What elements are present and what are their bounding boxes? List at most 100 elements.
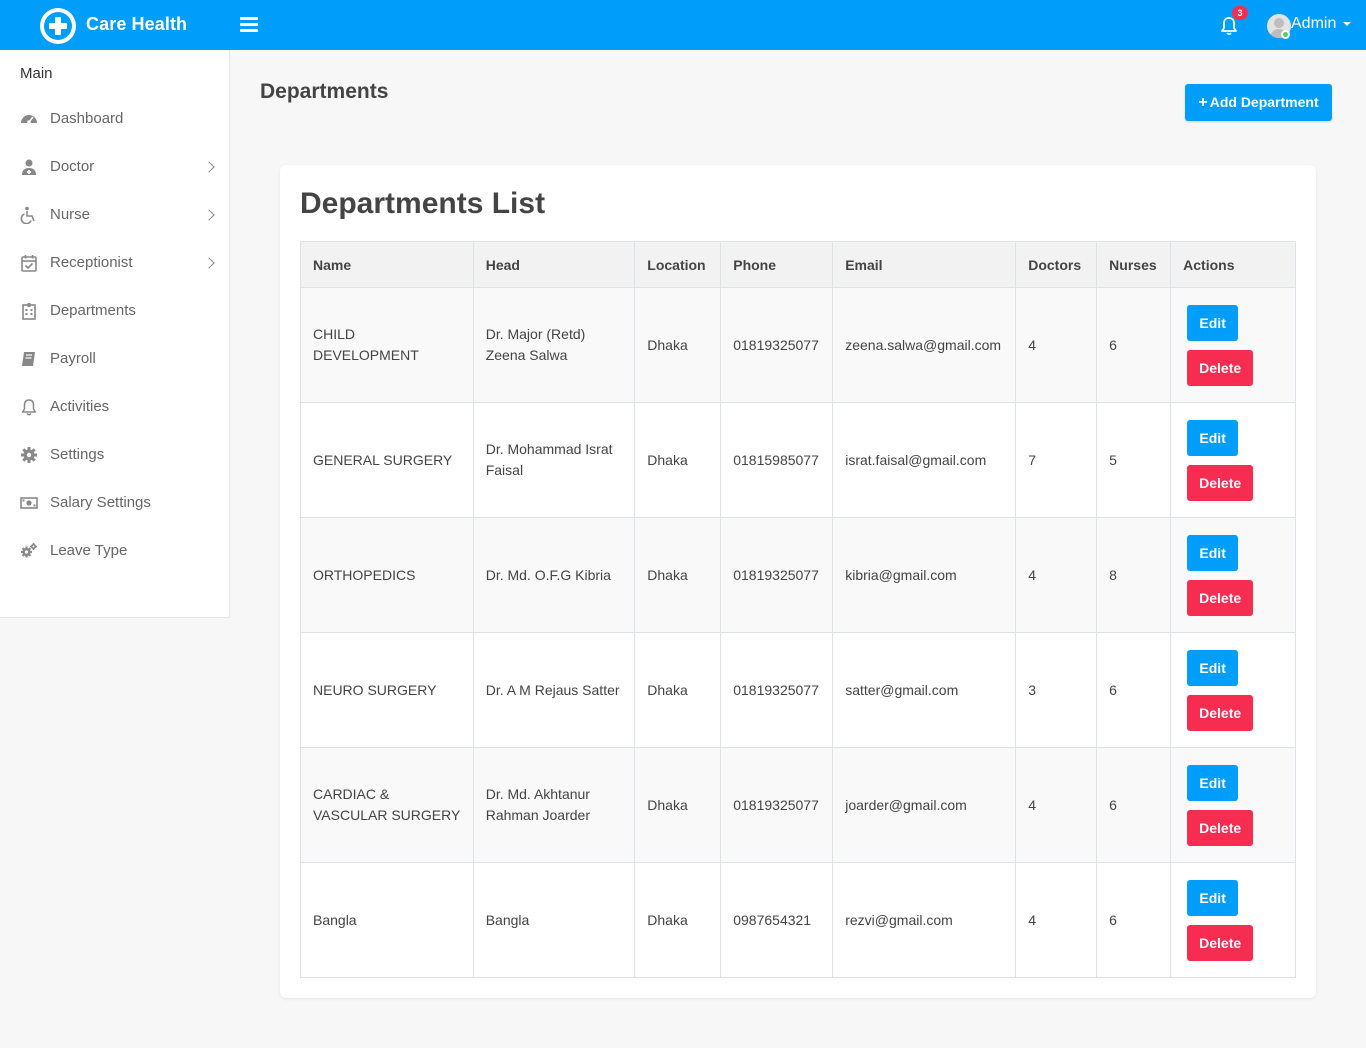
logo-icon[interactable] bbox=[40, 8, 76, 44]
sidebar-item-label: Activities bbox=[50, 398, 110, 415]
table-row: ORTHOPEDICS Dr. Md. O.F.G Kibria Dhaka 0… bbox=[300, 517, 1296, 633]
column-header-actions: Actions bbox=[1170, 241, 1296, 288]
cell-actions: Edit Delete bbox=[1170, 862, 1296, 978]
delete-button[interactable]: Delete bbox=[1187, 924, 1254, 961]
sidebar-item-departments[interactable]: Departments bbox=[0, 288, 230, 336]
calendar-check-icon bbox=[20, 254, 38, 272]
doctor-icon bbox=[20, 158, 38, 176]
sidebar-item-dashboard[interactable]: Dashboard bbox=[0, 96, 230, 144]
caret-down-icon[interactable] bbox=[1343, 22, 1351, 26]
sidebar-item-label: Salary Settings bbox=[50, 494, 151, 511]
column-header-name[interactable]: Name bbox=[300, 241, 474, 288]
brand-name[interactable]: Care Health bbox=[86, 14, 187, 35]
cell-doctors: 4 bbox=[1015, 517, 1098, 633]
sidebar-item-payroll[interactable]: Payroll bbox=[0, 336, 230, 384]
sidebar-item-nurse[interactable]: Nurse bbox=[0, 192, 230, 240]
cell-location: Dhaka bbox=[634, 862, 722, 978]
edit-button[interactable]: Edit bbox=[1187, 304, 1239, 341]
cell-head: Dr. Major (Retd) Zeena Salwa bbox=[472, 287, 636, 403]
cell-doctors: 4 bbox=[1015, 747, 1098, 863]
cell-email: kibria@gmail.com bbox=[832, 517, 1017, 633]
cell-nurses: 6 bbox=[1096, 287, 1172, 403]
delete-button[interactable]: Delete bbox=[1187, 464, 1254, 501]
sidebar-menu-title: Main bbox=[20, 65, 53, 82]
cell-head: Dr. Md. O.F.G Kibria bbox=[472, 517, 636, 633]
sidebar-item-label: Settings bbox=[50, 446, 105, 463]
column-header-email[interactable]: Email bbox=[832, 241, 1017, 288]
sidebar-item-label: Doctor bbox=[50, 158, 95, 175]
edit-button[interactable]: Edit bbox=[1187, 419, 1239, 456]
cell-actions: Edit Delete bbox=[1170, 402, 1296, 518]
column-header-nurses[interactable]: Nurses bbox=[1096, 241, 1172, 288]
sidebar-item-salary-settings[interactable]: Salary Settings bbox=[0, 480, 230, 528]
page-title: Departments bbox=[260, 80, 389, 103]
table-header-row: Name Head Location Phone Email Doctors N… bbox=[300, 241, 1296, 288]
sidebar-item-doctor[interactable]: Doctor bbox=[0, 144, 230, 192]
cell-name: NEURO SURGERY bbox=[300, 632, 474, 748]
edit-button[interactable]: Edit bbox=[1187, 534, 1239, 571]
hospital-icon bbox=[20, 302, 38, 320]
plus-icon: + bbox=[1198, 94, 1208, 111]
chevron-right-icon bbox=[203, 161, 215, 173]
column-header-doctors[interactable]: Doctors bbox=[1015, 241, 1098, 288]
sidebar-item-label: Dashboard bbox=[50, 110, 124, 127]
cell-phone: 0987654321 bbox=[720, 862, 834, 978]
add-department-label: Add Department bbox=[1209, 94, 1319, 110]
edit-button[interactable]: Edit bbox=[1187, 879, 1239, 916]
delete-button[interactable]: Delete bbox=[1187, 809, 1254, 846]
add-department-button[interactable]: + Add Department bbox=[1185, 84, 1332, 121]
departments-card: Departments List Name Head Location Phon… bbox=[280, 165, 1316, 998]
notification-count-badge: 3 bbox=[1232, 6, 1248, 20]
column-header-location[interactable]: Location bbox=[634, 241, 722, 288]
gear-icon bbox=[20, 446, 38, 464]
delete-button[interactable]: Delete bbox=[1187, 579, 1254, 616]
cell-doctors: 4 bbox=[1015, 862, 1098, 978]
top-navbar: Care Health 3 Admin bbox=[0, 0, 1366, 50]
cell-phone: 01819325077 bbox=[720, 517, 834, 633]
edit-button[interactable]: Edit bbox=[1187, 649, 1239, 686]
cell-location: Dhaka bbox=[634, 287, 722, 403]
cell-doctors: 3 bbox=[1015, 632, 1098, 748]
sidebar-item-label: Payroll bbox=[50, 350, 96, 367]
table-row: CARDIAC & VASCULAR SURGERY Dr. Md. Akhta… bbox=[300, 747, 1296, 863]
bell-icon bbox=[20, 398, 38, 416]
cell-phone: 01819325077 bbox=[720, 287, 834, 403]
cell-nurses: 6 bbox=[1096, 862, 1172, 978]
delete-button[interactable]: Delete bbox=[1187, 349, 1254, 386]
gears-icon bbox=[20, 542, 38, 560]
sidebar-item-activities[interactable]: Activities bbox=[0, 384, 230, 432]
wheelchair-icon bbox=[20, 206, 38, 225]
cell-email: rezvi@gmail.com bbox=[832, 862, 1017, 978]
cell-nurses: 5 bbox=[1096, 402, 1172, 518]
menu-toggle-icon[interactable] bbox=[240, 17, 258, 33]
cell-head: Dr. Mohammad Israt Faisal bbox=[472, 402, 636, 518]
sidebar-item-receptionist[interactable]: Receptionist bbox=[0, 240, 230, 288]
cell-phone: 01819325077 bbox=[720, 632, 834, 748]
cell-name: GENERAL SURGERY bbox=[300, 402, 474, 518]
edit-button[interactable]: Edit bbox=[1187, 764, 1239, 801]
sidebar-item-label: Receptionist bbox=[50, 254, 133, 271]
cell-actions: Edit Delete bbox=[1170, 517, 1296, 633]
cell-head: Dr. Md. Akhtanur Rahman Joarder bbox=[472, 747, 636, 863]
sidebar-item-leave-type[interactable]: Leave Type bbox=[0, 528, 230, 576]
chevron-right-icon bbox=[203, 209, 215, 221]
cell-location: Dhaka bbox=[634, 517, 722, 633]
table-row: Bangla Bangla Dhaka 0987654321 rezvi@gma… bbox=[300, 862, 1296, 978]
sidebar: Main Dashboard Doctor Nurse Receptionist… bbox=[0, 50, 230, 618]
sidebar-item-settings[interactable]: Settings bbox=[0, 432, 230, 480]
cell-nurses: 6 bbox=[1096, 632, 1172, 748]
cell-location: Dhaka bbox=[634, 747, 722, 863]
column-header-head[interactable]: Head bbox=[472, 241, 636, 288]
cell-email: israt.faisal@gmail.com bbox=[832, 402, 1017, 518]
cell-email: satter@gmail.com bbox=[832, 632, 1017, 748]
money-icon bbox=[20, 494, 38, 512]
sidebar-item-label: Departments bbox=[50, 302, 136, 319]
user-menu-name[interactable]: Admin bbox=[1291, 15, 1336, 33]
online-status-dot bbox=[1281, 30, 1290, 39]
column-header-phone[interactable]: Phone bbox=[720, 241, 834, 288]
cell-phone: 01815985077 bbox=[720, 402, 834, 518]
table-row: NEURO SURGERY Dr. A M Rejaus Satter Dhak… bbox=[300, 632, 1296, 748]
cell-name: CARDIAC & VASCULAR SURGERY bbox=[300, 747, 474, 863]
delete-button[interactable]: Delete bbox=[1187, 694, 1254, 731]
book-icon bbox=[20, 350, 38, 368]
